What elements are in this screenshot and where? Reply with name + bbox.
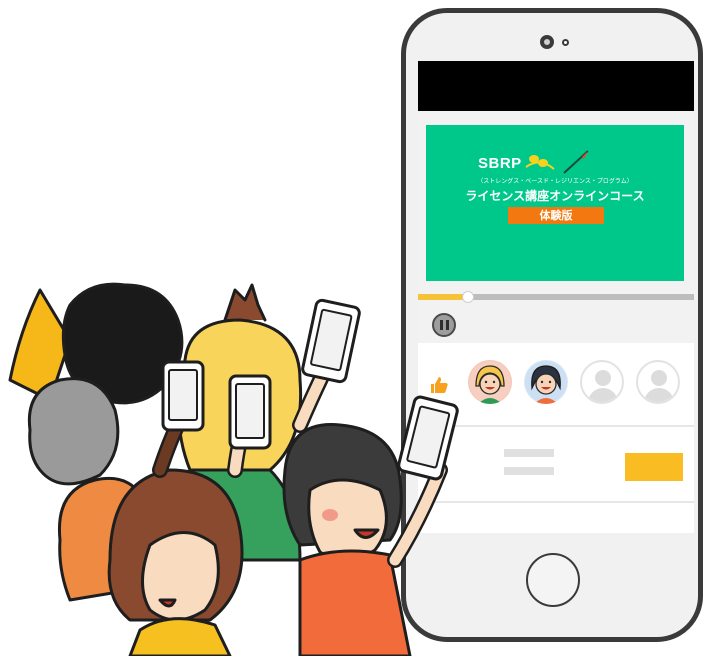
crowd-illustration bbox=[8, 282, 459, 656]
